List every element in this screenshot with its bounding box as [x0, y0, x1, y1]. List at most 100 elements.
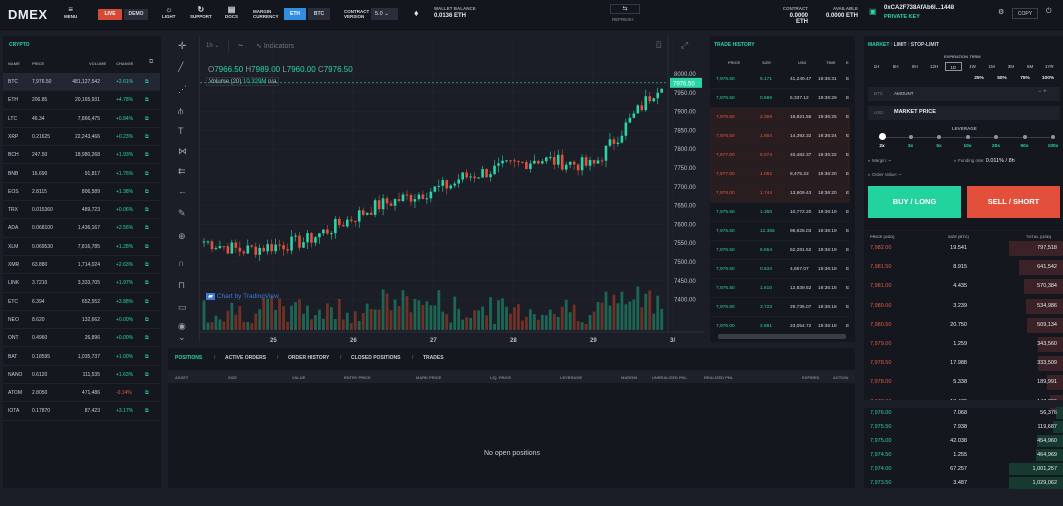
- external-link-icon[interactable]: ⧉: [145, 201, 149, 219]
- horizontal-scrollbar[interactable]: [718, 334, 846, 339]
- ask-row[interactable]: 7,978.005.338189,991: [864, 373, 1063, 392]
- external-link-icon[interactable]: ⧉: [145, 384, 149, 402]
- arrow-left-icon[interactable]: ←: [178, 186, 187, 196]
- crypto-row[interactable]: ONT0.496026,896+0.00%⧉: [3, 329, 160, 347]
- brush-icon[interactable]: ✎: [178, 208, 186, 219]
- light-theme-button[interactable]: ☼LIGHT: [162, 5, 176, 19]
- percent-option[interactable]: 25%: [968, 76, 990, 81]
- external-link-icon[interactable]: ⧉: [145, 73, 149, 91]
- crypto-row[interactable]: XMR63.8801,714,024+2.63%⧉: [3, 256, 160, 274]
- collapse-icon[interactable]: ⌄: [178, 332, 186, 343]
- pitchfork-icon[interactable]: ⫛: [178, 106, 183, 117]
- leverage-dot[interactable]: [937, 135, 941, 139]
- leverage-option[interactable]: 20x: [988, 144, 1004, 149]
- leverage-dot[interactable]: [966, 135, 970, 139]
- external-link-icon[interactable]: ⧉: [145, 238, 149, 256]
- expiration-option[interactable]: 1W: [964, 62, 981, 71]
- tab-closed-positions[interactable]: CLOSED POSITIONS: [351, 355, 400, 361]
- ask-row[interactable]: 7,981.004.435570,384: [864, 277, 1063, 296]
- crypto-row[interactable]: NANO0.6120111,535+1.63%⧉: [3, 366, 160, 384]
- external-link-icon[interactable]: ⧉: [145, 293, 149, 311]
- tab-trades[interactable]: TRADES: [423, 355, 444, 361]
- refresh-arrows-button[interactable]: ⇆: [610, 4, 640, 14]
- leverage-dot[interactable]: [879, 133, 886, 140]
- bid-row[interactable]: 7,976.007.06856,376: [864, 406, 1063, 420]
- leverage-option[interactable]: 2x: [874, 144, 890, 149]
- crypto-row[interactable]: ATOM2.8050471,486-0.14%⧉: [3, 384, 160, 402]
- external-link-icon[interactable]: ⧉: [145, 402, 149, 420]
- buy-long-button[interactable]: BUY / LONG: [868, 186, 961, 218]
- bid-row[interactable]: 7,975.507.938119,687: [864, 420, 1063, 434]
- crypto-row[interactable]: EOS2.8115806,589+1.38%⧉: [3, 183, 160, 201]
- demo-button[interactable]: DEMO: [124, 9, 148, 20]
- tab-active-orders[interactable]: ACTIVE ORDERS: [225, 355, 266, 361]
- ask-row[interactable]: 7,980.5020.750509,134: [864, 316, 1063, 335]
- external-link-icon[interactable]: ⧉: [145, 348, 149, 366]
- external-link-icon[interactable]: ⧉: [145, 256, 149, 274]
- bid-row[interactable]: 7,974.0067.2571,001,257: [864, 462, 1063, 476]
- expiration-option[interactable]: 6H: [887, 62, 904, 71]
- leverage-dot[interactable]: [909, 135, 913, 139]
- ask-row[interactable]: 7,979.001.259343,560: [864, 335, 1063, 354]
- ask-row[interactable]: 7,982.0019.541797,518: [864, 239, 1063, 258]
- expiration-option[interactable]: 12H: [926, 62, 943, 71]
- external-link-icon[interactable]: ⧉: [145, 274, 149, 292]
- bid-row[interactable]: 7,975.0042.038454,960: [864, 434, 1063, 448]
- tab-limit[interactable]: LIMIT: [894, 42, 907, 48]
- external-link-icon[interactable]: ⧉: [145, 183, 149, 201]
- zoom-icon[interactable]: ⊕: [178, 231, 186, 242]
- live-button[interactable]: LIVE: [98, 9, 122, 20]
- crypto-row[interactable]: ETC6.394652,552+3.88%⧉: [3, 293, 160, 311]
- external-link-icon[interactable]: ⧉: [145, 329, 149, 347]
- trendline-icon[interactable]: ╱: [178, 62, 183, 73]
- external-link-icon[interactable]: ⧉: [145, 165, 149, 183]
- external-link-icon[interactable]: ⧉: [145, 146, 149, 164]
- settings-icon[interactable]: ⚙: [998, 8, 1004, 16]
- external-link-icon[interactable]: ⧉: [145, 110, 149, 128]
- leverage-option[interactable]: 100x: [1045, 144, 1061, 149]
- crosshair-icon[interactable]: ✛: [178, 41, 186, 52]
- crypto-row[interactable]: BCH247.5018,980,268+1.93%⧉: [3, 146, 160, 164]
- crypto-row[interactable]: NEO8.620132,662+0.00%⧉: [3, 311, 160, 329]
- crypto-row[interactable]: XRP0.2162522,243,466+0.23%⧉: [3, 128, 160, 146]
- leverage-dot[interactable]: [1023, 135, 1027, 139]
- percent-option[interactable]: 75%: [1014, 76, 1036, 81]
- private-key-link[interactable]: PRIVATE KEY: [884, 14, 920, 20]
- lock-icon[interactable]: ▭: [178, 302, 187, 313]
- ask-row[interactable]: 7,981.508.915641,542: [864, 258, 1063, 277]
- margin-eth-toggle[interactable]: ETH: [284, 8, 306, 20]
- crypto-row[interactable]: LTC46.347,866,475+0.84%⧉: [3, 110, 160, 128]
- text-tool-icon[interactable]: T: [178, 126, 184, 136]
- expiration-option[interactable]: 6M: [1022, 62, 1039, 71]
- crypto-row[interactable]: BTC7,976.50481,127,542+2.61%⧉: [3, 73, 160, 91]
- menu-button[interactable]: ≡MENU: [64, 5, 77, 19]
- crypto-row[interactable]: IOTA0.1787087,423+3.17%⧉: [3, 402, 160, 420]
- eye-icon[interactable]: ◉: [178, 321, 186, 332]
- percent-option[interactable]: 50%: [991, 76, 1013, 81]
- tab-positions[interactable]: POSITIONS: [175, 355, 202, 361]
- expiration-option[interactable]: 8H: [906, 62, 923, 71]
- fib-icon[interactable]: ⋰: [178, 84, 187, 95]
- tab-market[interactable]: MARKET: [868, 42, 889, 48]
- external-link-icon[interactable]: ⧉: [145, 366, 149, 384]
- contract-version-select[interactable]: 5.0 ⌄: [371, 8, 398, 20]
- amount-input[interactable]: BTC AMOUNT − +: [868, 87, 1060, 101]
- leverage-slider[interactable]: 2x3x5x10x20x50x100x: [868, 133, 1063, 153]
- tab-stop-limit[interactable]: STOP-LIMIT: [911, 42, 939, 48]
- margin-btc-toggle[interactable]: BTC: [308, 8, 330, 20]
- expiration-option[interactable]: 1H: [868, 62, 885, 71]
- crypto-row[interactable]: LINK3.72103,333,705+1.97%⧉: [3, 274, 160, 292]
- percent-option[interactable]: 100%: [1037, 76, 1059, 81]
- bid-row[interactable]: 7,974.501.255464,969: [864, 448, 1063, 462]
- pattern-icon[interactable]: ⋈: [178, 146, 187, 157]
- expiration-option[interactable]: 3M: [1002, 62, 1019, 71]
- ruler-icon[interactable]: ⇇: [178, 166, 186, 177]
- leverage-dot[interactable]: [994, 135, 998, 139]
- external-link-icon[interactable]: ⧉: [145, 91, 149, 109]
- stepper-icon[interactable]: − +: [1038, 89, 1047, 95]
- crypto-row[interactable]: TRX0.015360489,723+0.06%⧉: [3, 201, 160, 219]
- price-input[interactable]: USD MARKET PRICE: [868, 106, 1060, 120]
- crypto-row[interactable]: BNB16.69091,817+1.76%⧉: [3, 165, 160, 183]
- crypto-row[interactable]: XLM0.0695307,816,785+1.28%⧉: [3, 238, 160, 256]
- leverage-dot[interactable]: [1051, 135, 1055, 139]
